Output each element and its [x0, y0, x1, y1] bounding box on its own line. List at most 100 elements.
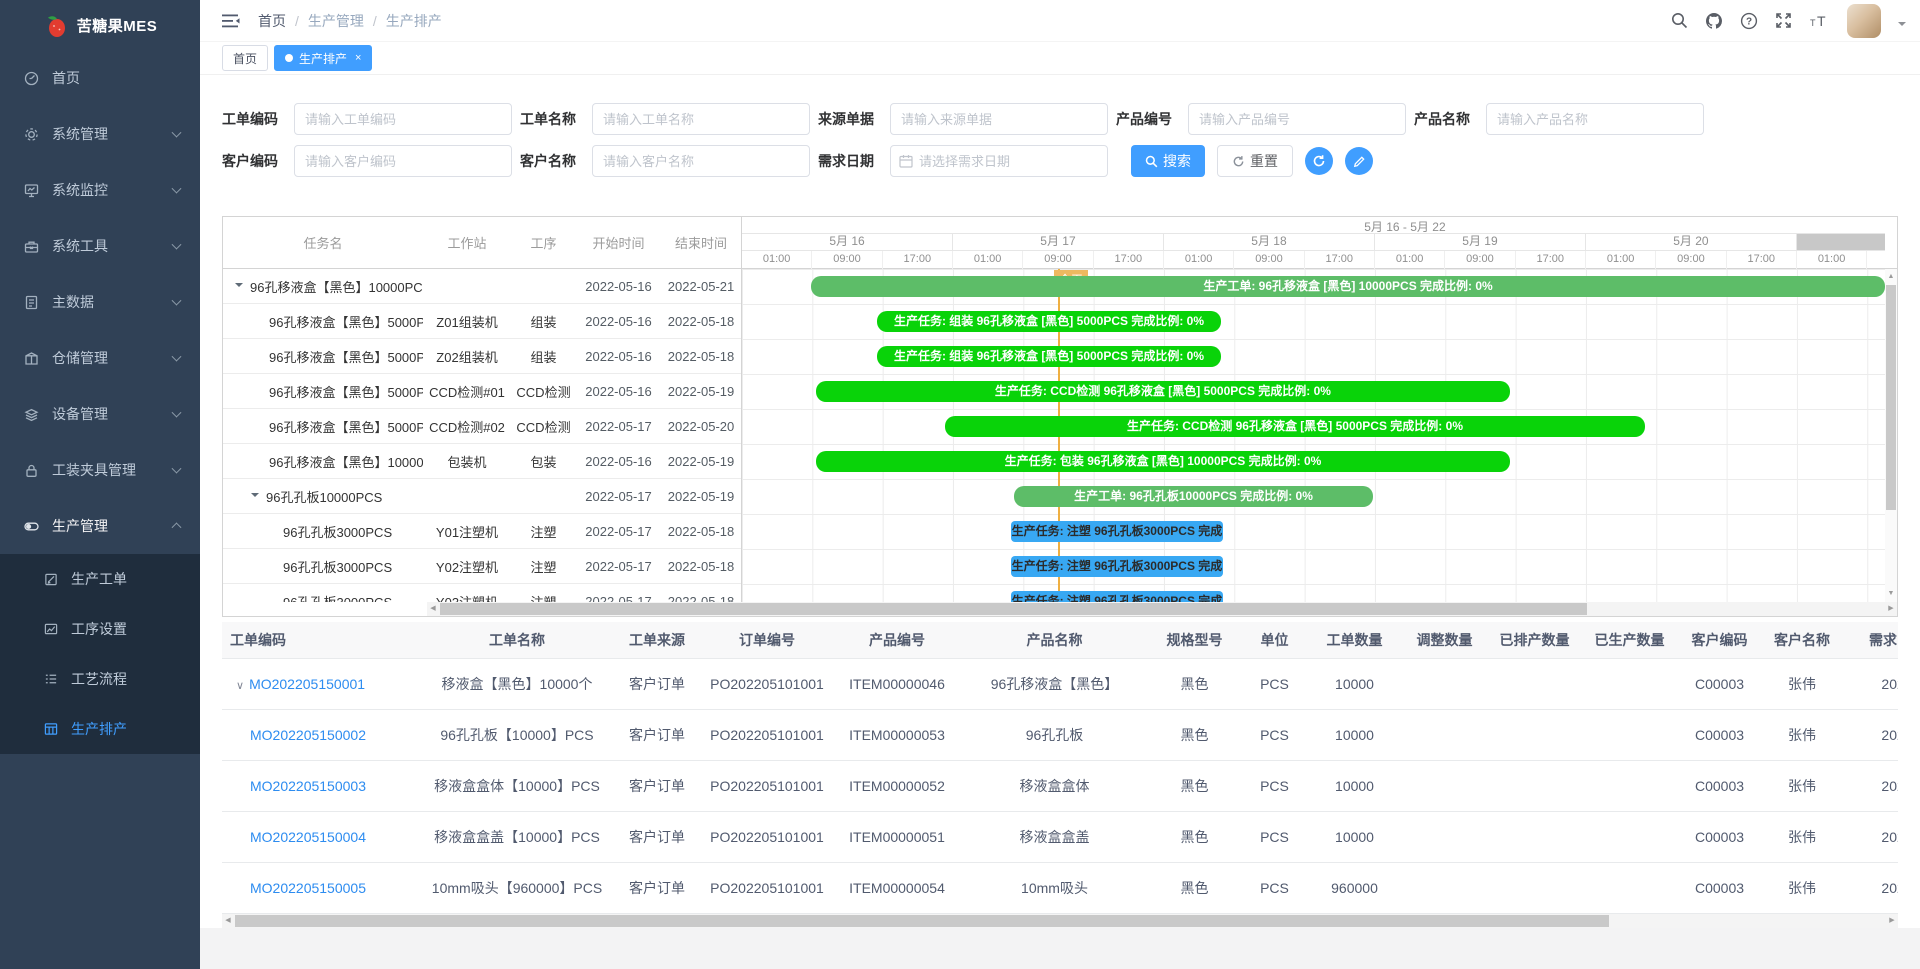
sidebar-item-production[interactable]: 生产管理 [0, 498, 200, 554]
sidebar-item-process-flow[interactable]: 工艺流程 [0, 654, 200, 704]
monitor-icon [24, 183, 39, 198]
tab-production-scheduling[interactable]: 生产排产 × [274, 45, 372, 71]
app-title: 苦糖果MES [77, 15, 158, 36]
sidebar-item-equipment[interactable]: 设备管理 [0, 386, 200, 442]
gantt-row-task[interactable]: 96孔移液盒【黑色】10000PCS 包装机 包装 2022-05-16 202… [223, 444, 741, 479]
gantt-task-table-body: 96孔移液盒【黑色】10000PCS 2022-05-16 2022-05-21… [223, 269, 742, 602]
sidebar-item-system-monitor[interactable]: 系统监控 [0, 162, 200, 218]
work-order-link[interactable]: MO202205150003 [250, 778, 366, 794]
work-order-code-input[interactable] [294, 103, 512, 135]
gantt-row-order-1[interactable]: 96孔移液盒【黑色】10000PCS 2022-05-16 2022-05-21 [223, 269, 741, 304]
breadcrumb-separator: / [295, 13, 299, 29]
gantt-bar-task-selected[interactable]: 生产任务: 注塑 96孔孔板3000PCS 完成 [1011, 556, 1223, 577]
filter-form: 工单编码 工单名称 来源单据 产品编号 [200, 75, 1920, 187]
collapse-arrow-icon[interactable] [251, 493, 259, 501]
filter-product-name: 产品名称 [1414, 103, 1704, 135]
demand-date-picker[interactable] [890, 145, 1108, 177]
font-size-icon[interactable]: TT [1809, 13, 1830, 29]
sidebar-item-home[interactable]: 首页 [0, 50, 200, 106]
row-expand-chevron-icon[interactable]: ∨ [236, 680, 244, 692]
scroll-down-arrow-icon[interactable]: ▼ [1885, 588, 1897, 600]
gantt-row-task[interactable]: 96孔孔板3000PCS Y03注塑机 注塑 2022-05-17 2022-0… [223, 584, 741, 602]
scroll-right-arrow-icon[interactable]: ▶ [1886, 915, 1898, 927]
gantt-row-task[interactable]: 96孔孔板3000PCS Y02注塑机 注塑 2022-05-17 2022-0… [223, 549, 741, 584]
gantt-bar-order[interactable]: 生产工单: 96孔移液盒 [黑色] 10000PCS 完成比例: 0% [811, 276, 1885, 297]
document-icon [24, 295, 39, 310]
work-order-link[interactable]: MO202205150001 [249, 676, 365, 692]
customer-code-input[interactable] [294, 145, 512, 177]
scroll-up-arrow-icon[interactable]: ▲ [1885, 271, 1897, 283]
work-order-name-input[interactable] [592, 103, 810, 135]
logo[interactable]: 苦糖果MES [0, 0, 200, 50]
breadcrumb-home[interactable]: 首页 [258, 11, 286, 31]
search-button[interactable]: 搜索 [1131, 145, 1205, 177]
customer-name-input[interactable] [592, 145, 810, 177]
tab-home[interactable]: 首页 [222, 45, 268, 71]
gantt-bar-order[interactable]: 生产工单: 96孔孔板10000PCS 完成比例: 0% [1014, 486, 1373, 507]
gantt-bar-task[interactable]: 生产任务: CCD检测 96孔移液盒 [黑色] 5000PCS 完成比例: 0% [945, 416, 1645, 437]
gantt-timeline-body: 今天 生产工单: 96孔移液盒 [黑色] 10000PCS 完成比例: 0% 生… [742, 269, 1885, 602]
table-hscroll-thumb[interactable] [235, 915, 1609, 927]
help-icon[interactable]: ? [1740, 12, 1758, 30]
reset-button[interactable]: 重置 [1217, 145, 1293, 177]
demand-date-input[interactable] [919, 147, 1089, 175]
source-doc-input[interactable] [890, 103, 1108, 135]
tags-bar: 首页 生产排产 × [200, 42, 1920, 75]
sidebar-item-fixtures[interactable]: 工装夹具管理 [0, 442, 200, 498]
work-order-link[interactable]: MO202205150005 [250, 880, 366, 896]
breadcrumb-current: 生产排产 [386, 11, 442, 31]
collapse-arrow-icon[interactable] [235, 283, 243, 291]
breadcrumb-production-mgmt[interactable]: 生产管理 [308, 11, 364, 31]
refresh-schedule-button[interactable] [1305, 147, 1333, 175]
gantt-bar-task-selected[interactable]: 生产任务: 注塑 96孔孔板3000PCS 完成 [1011, 521, 1223, 542]
gantt-row-task[interactable]: 96孔移液盒【黑色】5000PCS Z01组装机 组装 2022-05-16 2… [223, 304, 741, 339]
gantt-row-task[interactable]: 96孔孔板3000PCS Y01注塑机 注塑 2022-05-17 2022-0… [223, 514, 741, 549]
sidebar-item-process-setup[interactable]: 工序设置 [0, 604, 200, 654]
gantt-bar-task[interactable]: 生产任务: CCD检测 96孔移液盒 [黑色] 5000PCS 完成比例: 0% [816, 381, 1510, 402]
gantt-vertical-scrollbar[interactable]: ▲ ▼ [1885, 269, 1897, 602]
gantt-vscroll-thumb[interactable] [1886, 285, 1896, 510]
gantt-bar-task[interactable]: 生产任务: 组装 96孔移液盒 [黑色] 5000PCS 完成比例: 0% [877, 346, 1221, 367]
work-order-link[interactable]: MO202205150004 [250, 829, 366, 845]
avatar[interactable] [1847, 4, 1881, 38]
gantt-hscroll-track[interactable]: ◀ ▶ [427, 602, 1897, 616]
sidebar-item-work-orders[interactable]: 生产工单 [0, 554, 200, 604]
product-no-input[interactable] [1188, 103, 1406, 135]
gantt-bar-task[interactable]: 生产任务: 包装 96孔移液盒 [黑色] 10000PCS 完成比例: 0% [816, 451, 1510, 472]
main-area: 首页 / 生产管理 / 生产排产 ? TT 首页 [200, 0, 1920, 969]
gantt-header-corner [1885, 217, 1897, 269]
svg-text:?: ? [1746, 16, 1752, 27]
sidebar-item-production-scheduling[interactable]: 生产排产 [0, 704, 200, 754]
work-order-link[interactable]: MO202205150002 [250, 727, 366, 743]
product-name-input[interactable] [1486, 103, 1704, 135]
close-icon[interactable]: × [355, 52, 361, 64]
gantt-row-task[interactable]: 96孔移液盒【黑色】5000PCS CCD检测#01 CCD检测 2022-05… [223, 374, 741, 409]
avatar-dropdown-caret-icon[interactable] [1898, 22, 1906, 30]
gantt-row-order-2[interactable]: 96孔孔板10000PCS 2022-05-17 2022-05-19 [223, 479, 741, 514]
sidebar-item-master-data[interactable]: 主数据 [0, 274, 200, 330]
chevron-down-icon [172, 296, 182, 306]
edit-schedule-button[interactable] [1345, 147, 1373, 175]
hamburger-icon[interactable] [222, 13, 240, 29]
orders-table: 工单编码 工单名称 工单来源 订单编号 产品编号 产品名称 规格型号 单位 工单… [222, 622, 1898, 914]
scroll-left-arrow-icon[interactable]: ◀ [222, 915, 234, 927]
scroll-right-arrow-icon[interactable]: ▶ [1885, 603, 1897, 615]
github-icon[interactable] [1705, 12, 1723, 30]
table-horizontal-scrollbar[interactable]: ◀ ▶ [222, 914, 1898, 928]
gantt-hscroll-thumb[interactable] [440, 603, 1587, 615]
layers-icon [24, 407, 39, 422]
gantt-bar-task-selected[interactable]: 生产任务: 注塑 96孔孔板3000PCS 完成 [1011, 591, 1223, 602]
refresh-icon [1232, 155, 1245, 168]
gantt-row-task[interactable]: 96孔移液盒【黑色】5000PCS CCD检测#02 CCD检测 2022-05… [223, 409, 741, 444]
search-icon[interactable] [1671, 12, 1688, 29]
gantt-row-task[interactable]: 96孔移液盒【黑色】5000PCS Z02组装机 组装 2022-05-16 2… [223, 339, 741, 374]
svg-text:T: T [1810, 18, 1816, 28]
sidebar-item-system-tools[interactable]: 系统工具 [0, 218, 200, 274]
pencil-icon [1353, 155, 1366, 168]
sidebar-item-warehouse[interactable]: 仓储管理 [0, 330, 200, 386]
fullscreen-icon[interactable] [1775, 12, 1792, 29]
scroll-left-arrow-icon[interactable]: ◀ [427, 603, 439, 615]
filter-source-doc: 来源单据 [818, 103, 1108, 135]
gantt-bar-task[interactable]: 生产任务: 组装 96孔移液盒 [黑色] 5000PCS 完成比例: 0% [877, 311, 1221, 332]
sidebar-item-system-mgmt[interactable]: 系统管理 [0, 106, 200, 162]
